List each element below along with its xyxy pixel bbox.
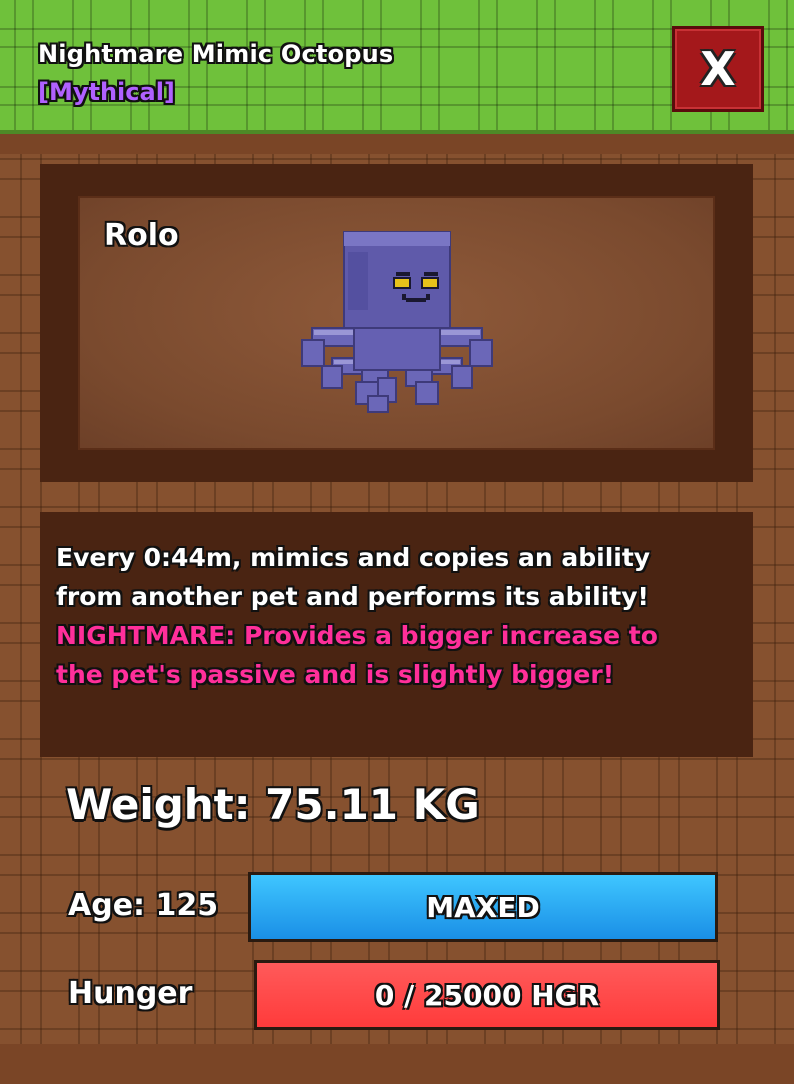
panel-bottom-border xyxy=(0,1044,794,1084)
nightmare-text-line: NIGHTMARE: Provides a bigger increase to xyxy=(56,621,658,650)
ability-text-line: from another pet and performs its abilit… xyxy=(56,582,649,611)
nightmare-text-line: the pet's passive and is slightly bigger… xyxy=(56,660,615,689)
ability-description: Every 0:44m, mimics and copies an abilit… xyxy=(40,512,753,757)
ability-text-line: Every 0:44m, mimics and copies an abilit… xyxy=(56,543,651,572)
hunger-progress-bar: 0 / 25000 HGR xyxy=(254,960,720,1030)
pet-species-title: Nightmare Mimic Octopus xyxy=(38,40,394,68)
age-status: MAXED xyxy=(426,890,540,924)
pet-info-panel: Nightmare Mimic Octopus [Mythical] X Rol… xyxy=(0,0,794,1084)
octopus-pet-icon xyxy=(301,231,493,413)
hunger-value: 0 / 25000 HGR xyxy=(374,978,600,1012)
close-button[interactable]: X xyxy=(672,26,764,112)
pet-preview-viewport: Rolo xyxy=(78,196,715,450)
pet-weight: Weight: 75.11 KG xyxy=(66,780,480,829)
panel-divider xyxy=(0,134,794,154)
age-label: Age: 125 xyxy=(68,888,219,923)
hunger-label: Hunger xyxy=(68,976,193,1011)
close-icon: X xyxy=(700,42,736,96)
panel-header: Nightmare Mimic Octopus [Mythical] X xyxy=(0,0,794,134)
pet-nickname: Rolo xyxy=(104,218,179,253)
pet-preview-frame: Rolo xyxy=(40,164,753,482)
rarity-label: [Mythical] xyxy=(38,78,175,106)
age-progress-bar: MAXED xyxy=(248,872,718,942)
